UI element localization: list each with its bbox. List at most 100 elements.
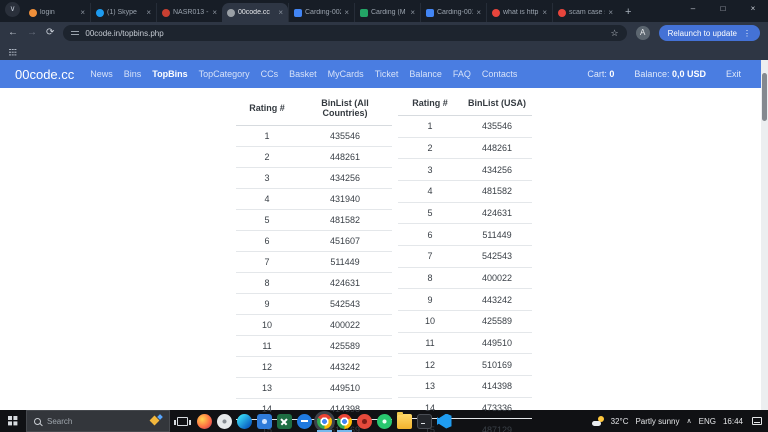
browser-tab[interactable]: login × bbox=[24, 3, 90, 22]
clock[interactable]: 16:44 bbox=[723, 417, 743, 426]
nav-item[interactable]: Ticket bbox=[375, 69, 399, 79]
tab-close-icon[interactable]: × bbox=[476, 8, 481, 17]
address-bar[interactable]: 00code.in/topbins.php ☆ bbox=[63, 25, 627, 41]
table-row: 1 435546 bbox=[398, 115, 532, 138]
tab-close-icon[interactable]: × bbox=[410, 8, 415, 17]
table-row: 4 431940 bbox=[236, 188, 392, 210]
nav-item[interactable]: TopBins bbox=[152, 69, 187, 79]
file-explorer-icon[interactable] bbox=[396, 411, 412, 429]
relaunch-to-update-button[interactable]: Relaunch to update ⋮ bbox=[658, 25, 760, 41]
colorful-globe-icon bbox=[492, 8, 500, 17]
browser-tab[interactable]: Carding-002 × bbox=[288, 3, 354, 22]
taskbar-search[interactable]: Search bbox=[26, 410, 170, 432]
browser-tab[interactable]: Carding (M × bbox=[354, 3, 420, 22]
bookmark-star-icon[interactable]: ☆ bbox=[611, 28, 619, 39]
cart-link[interactable]: Cart: 0 bbox=[587, 69, 614, 79]
task-view-button[interactable] bbox=[170, 410, 194, 432]
url-text[interactable]: 00code.in/topbins.php bbox=[85, 29, 604, 38]
site-nav: News Bins TopBins TopCategory CCs Basket… bbox=[90, 69, 517, 79]
binlist-table-usa: Rating # BinList (USA) 1 435546 2 448261… bbox=[398, 91, 532, 432]
tab-title: what is http:/ bbox=[503, 9, 540, 16]
minimize-button[interactable]: – bbox=[678, 0, 708, 18]
tab-title: scam case st bbox=[569, 9, 605, 16]
tab-close-icon[interactable]: × bbox=[278, 8, 283, 17]
rating-cell: 3 bbox=[398, 158, 462, 181]
weather-icon[interactable] bbox=[591, 416, 604, 426]
tab-close-icon[interactable]: × bbox=[542, 8, 547, 17]
tab-list: login × (1) Skype × NASR013 - R × bbox=[24, 3, 618, 22]
edge-icon[interactable] bbox=[236, 413, 252, 429]
rating-cell: 12 bbox=[398, 353, 462, 376]
reload-button[interactable]: ⟳ bbox=[46, 28, 54, 38]
site-info-icon[interactable] bbox=[71, 30, 80, 36]
back-button[interactable]: ← bbox=[8, 28, 18, 38]
firefox-icon[interactable] bbox=[196, 413, 212, 429]
site-logo[interactable]: 00code.cc bbox=[15, 67, 74, 82]
apps-grid-icon[interactable] bbox=[9, 48, 16, 56]
start-button[interactable] bbox=[0, 410, 26, 432]
chrome-active-icon[interactable] bbox=[316, 413, 332, 432]
browser-tab[interactable]: scam case st × bbox=[552, 3, 618, 22]
page-content: Rating # BinList (All Countries) 1 43554… bbox=[0, 88, 768, 432]
bin-cell: 424631 bbox=[298, 272, 392, 294]
nav-item[interactable]: Balance bbox=[409, 69, 442, 79]
bin-cell: 448261 bbox=[462, 137, 532, 160]
balance-label: Balance: bbox=[634, 69, 670, 79]
tab-close-icon[interactable]: × bbox=[80, 8, 85, 17]
browser-tab[interactable]: what is http:/ × bbox=[486, 3, 552, 22]
nav-item[interactable]: CCs bbox=[261, 69, 279, 79]
blue-dash-icon[interactable] bbox=[296, 413, 312, 429]
flame-icon bbox=[29, 8, 37, 17]
nav-item[interactable]: FAQ bbox=[453, 69, 471, 79]
balance-link[interactable]: Balance: 0,0 USD bbox=[634, 69, 706, 79]
notification-icon[interactable] bbox=[752, 417, 762, 425]
vscode-icon[interactable] bbox=[436, 413, 452, 429]
bin-cell: 434256 bbox=[298, 167, 392, 189]
column-header-rating: Rating # bbox=[398, 91, 462, 116]
profile-avatar[interactable]: A bbox=[635, 26, 650, 40]
browser-tab[interactable]: NASR013 - R × bbox=[156, 3, 222, 22]
browser-tab[interactable]: 00code.cc × bbox=[222, 3, 288, 22]
new-tab-button[interactable]: + bbox=[625, 6, 631, 18]
menu-kebab-icon[interactable]: ⋮ bbox=[743, 29, 751, 38]
maximize-button[interactable]: □ bbox=[708, 0, 738, 18]
tab-search-button[interactable]: ∨ bbox=[5, 2, 20, 17]
rating-cell: 13 bbox=[236, 377, 298, 399]
tab-close-icon[interactable]: × bbox=[212, 8, 217, 17]
whatsapp-icon[interactable] bbox=[376, 413, 392, 429]
browser-tab[interactable]: (1) Skype × bbox=[90, 3, 156, 22]
nav-item[interactable]: News bbox=[90, 69, 113, 79]
nav-item[interactable]: Bins bbox=[124, 69, 142, 79]
white-dot-icon[interactable] bbox=[216, 413, 232, 429]
browser-tab[interactable]: Carding-001 × bbox=[420, 3, 486, 22]
nav-item[interactable]: TopCategory bbox=[199, 69, 250, 79]
opera-icon[interactable] bbox=[356, 413, 372, 429]
forward-button[interactable]: → bbox=[27, 28, 37, 38]
terminal-icon[interactable] bbox=[416, 413, 432, 429]
excel-icon[interactable] bbox=[276, 413, 292, 429]
search-highlights-icon[interactable] bbox=[149, 414, 163, 427]
bin-cell: 449510 bbox=[462, 332, 532, 355]
doc-icon bbox=[294, 8, 302, 17]
table-row: 9 443242 bbox=[398, 288, 532, 311]
table-row: 13 414398 bbox=[398, 375, 532, 398]
language-indicator[interactable]: ENG bbox=[699, 417, 716, 426]
weather-status[interactable]: Partly sunny bbox=[635, 417, 679, 426]
close-button[interactable]: × bbox=[738, 0, 768, 18]
tab-close-icon[interactable]: × bbox=[344, 8, 349, 17]
scrollbar[interactable] bbox=[761, 60, 768, 410]
nav-item[interactable]: Basket bbox=[289, 69, 317, 79]
tray-expand-icon[interactable]: ∧ bbox=[687, 417, 692, 425]
scrollbar-thumb[interactable] bbox=[762, 73, 767, 121]
nav-item[interactable]: MyCards bbox=[328, 69, 364, 79]
exit-link[interactable]: Exit bbox=[726, 69, 741, 79]
tab-close-icon[interactable]: × bbox=[146, 8, 151, 17]
tab-close-icon[interactable]: × bbox=[608, 8, 613, 17]
nav-item[interactable]: Contacts bbox=[482, 69, 518, 79]
balance-value: 0,0 USD bbox=[671, 69, 706, 79]
table-row: 5 481582 bbox=[236, 209, 392, 231]
blue-app-icon[interactable] bbox=[256, 413, 272, 429]
chrome-icon[interactable] bbox=[336, 413, 352, 432]
cart-label: Cart: bbox=[587, 69, 607, 79]
temperature[interactable]: 32°C bbox=[611, 417, 629, 426]
